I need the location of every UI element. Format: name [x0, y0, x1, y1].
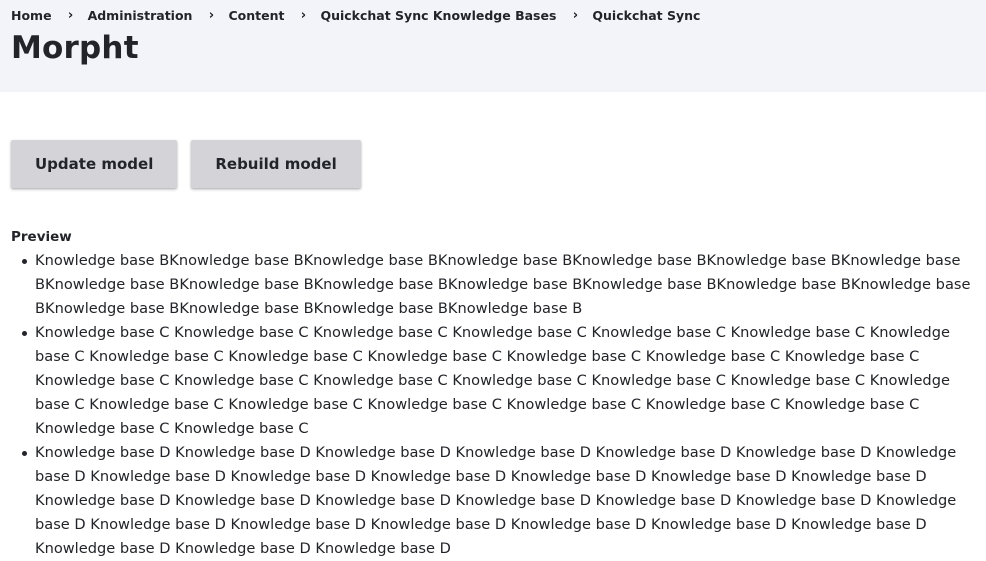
preview-section: Preview Knowledge base BKnowledge base B… — [11, 227, 983, 561]
breadcrumb-link-content[interactable]: Content — [228, 8, 284, 23]
update-model-button[interactable]: Update model — [11, 140, 178, 188]
breadcrumb: Home › Administration › Content › Quickc… — [11, 0, 975, 31]
breadcrumb-item-quickchat-sync[interactable]: › Quickchat Sync — [556, 8, 701, 23]
breadcrumb-link-knowledge-bases[interactable]: Quickchat Sync Knowledge Bases — [320, 8, 556, 23]
breadcrumb-item-content[interactable]: › Content — [192, 8, 285, 23]
breadcrumb-link-quickchat-sync[interactable]: Quickchat Sync — [592, 8, 700, 23]
breadcrumb-item-knowledge-bases[interactable]: › Quickchat Sync Knowledge Bases — [284, 8, 557, 23]
action-buttons: Update model Rebuild model — [11, 140, 361, 188]
breadcrumb-link-home[interactable]: Home — [11, 8, 52, 23]
chevron-right-icon: › — [572, 8, 579, 23]
chevron-right-icon: › — [300, 8, 307, 23]
chevron-right-icon: › — [208, 8, 215, 23]
page-header: Home › Administration › Content › Quickc… — [0, 0, 986, 92]
list-item: Knowledge base C Knowledge base C Knowle… — [22, 321, 983, 441]
preview-label: Preview — [11, 229, 72, 245]
breadcrumb-item-administration[interactable]: › Administration — [52, 8, 193, 23]
chevron-right-icon: › — [67, 8, 74, 23]
list-item: Knowledge base BKnowledge base BKnowledg… — [22, 249, 983, 321]
rebuild-model-button[interactable]: Rebuild model — [191, 140, 361, 188]
preview-list: Knowledge base BKnowledge base BKnowledg… — [11, 249, 983, 561]
page-title: Morpht — [11, 30, 139, 66]
breadcrumb-link-administration[interactable]: Administration — [88, 8, 193, 23]
list-item: Knowledge base D Knowledge base D Knowle… — [22, 441, 983, 561]
breadcrumb-item-home[interactable]: Home — [11, 8, 52, 23]
